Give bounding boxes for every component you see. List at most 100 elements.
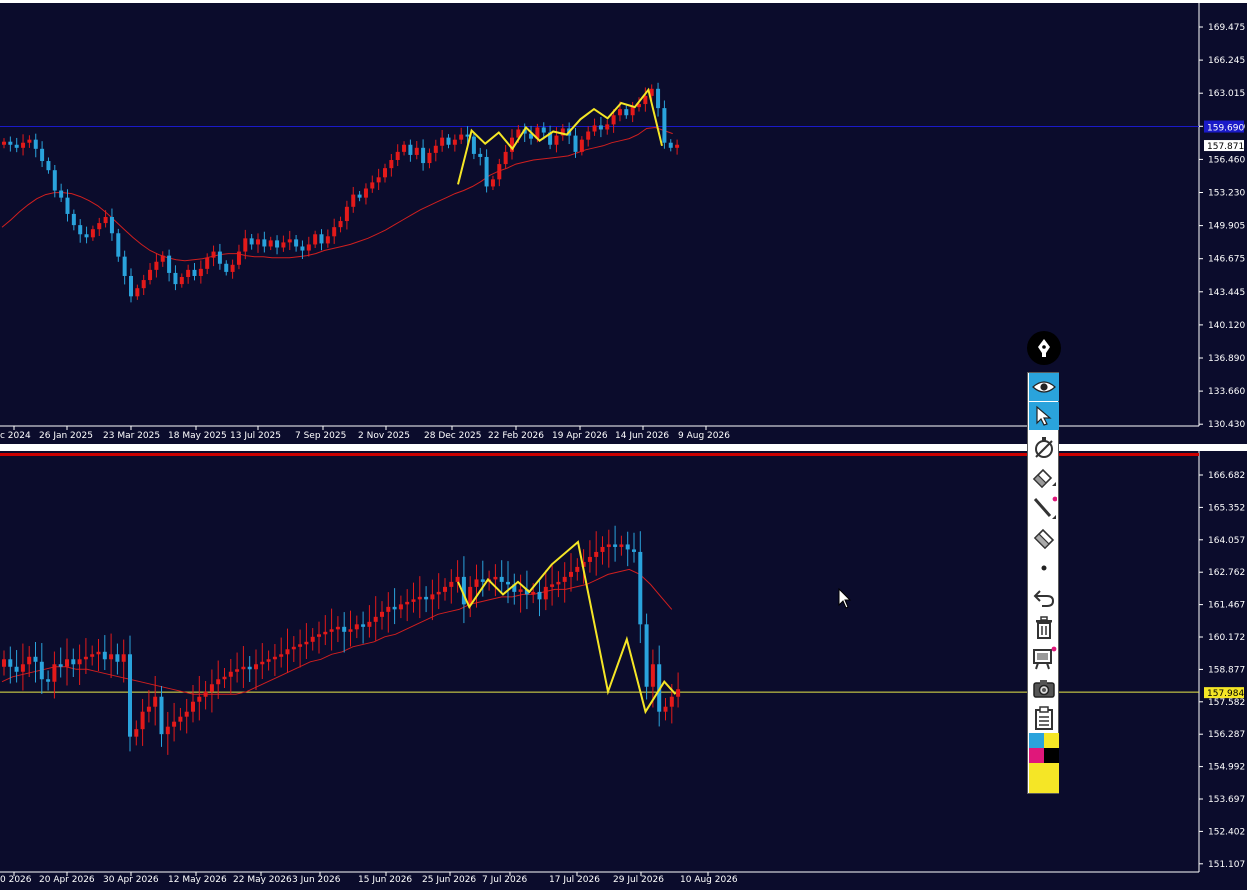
price-tick-label: 165.352	[1208, 503, 1245, 513]
candle-body	[550, 584, 555, 587]
candle-body	[266, 659, 271, 662]
candle-body	[606, 544, 611, 547]
current-price-label: 157.871	[1207, 142, 1244, 152]
candle-body	[650, 664, 655, 687]
candle-body	[497, 164, 502, 180]
candle-body	[27, 139, 32, 143]
candle-body	[306, 244, 311, 251]
candle-body	[644, 624, 649, 687]
time-tick-label: 13 Jul 2025	[230, 431, 281, 441]
undo-button[interactable]	[1029, 584, 1059, 612]
clipboard-button[interactable]	[1029, 704, 1059, 732]
candle-body	[323, 631, 328, 635]
candle-body	[586, 131, 591, 140]
time-tick-label: 22 May 2026	[233, 875, 292, 885]
candle-body	[90, 654, 95, 657]
current-color-indicator[interactable]	[1029, 763, 1059, 793]
candle-body	[455, 576, 460, 582]
candle-body	[300, 246, 305, 251]
candle-body	[285, 649, 290, 655]
candle-body	[348, 629, 353, 632]
candle-body	[33, 139, 38, 149]
candle-body	[304, 641, 309, 645]
main-chart-pane[interactable]: 169.475 166.245 163.015 159.690 156.460 153.2…	[0, 3, 1247, 444]
presentation-mode-button[interactable]	[1029, 644, 1059, 672]
candle-body	[90, 229, 95, 238]
candle-body	[351, 194, 356, 207]
candle-body	[129, 275, 133, 297]
price-tick-label: 162.762	[1208, 568, 1245, 578]
visibility-toggle-button[interactable]	[1029, 373, 1059, 401]
candle-body	[160, 255, 165, 262]
candle-body	[103, 216, 108, 224]
time-tick-label: 30 Apr 2026	[103, 875, 159, 885]
candle-body	[630, 107, 635, 116]
candle-body	[313, 234, 318, 245]
candle-body	[344, 206, 349, 222]
candle-body	[569, 571, 573, 577]
candle-body	[493, 576, 498, 580]
big-eraser-tool-button[interactable]	[1029, 524, 1059, 552]
brush-size-button[interactable]	[1029, 554, 1059, 582]
candle-body	[335, 626, 340, 630]
price-tick-label: 156.287	[1208, 730, 1245, 740]
candle-body	[411, 599, 416, 602]
candle-body	[562, 576, 567, 582]
color-swatch-black[interactable]	[1044, 748, 1059, 763]
candle-body	[197, 696, 202, 702]
candle-body	[541, 127, 546, 133]
price-tick-label: 146.675	[1208, 255, 1245, 265]
secondary-chart-svg[interactable]: 166.682 165.352 164.057 162.762 161.467 160.1…	[0, 451, 1247, 890]
candle-body	[556, 581, 561, 585]
time-tick-label: 0 2026	[0, 875, 32, 885]
time-tick-label: 18 May 2025	[168, 431, 227, 441]
candle-body	[370, 182, 375, 189]
candle-body	[209, 684, 214, 692]
line-tool-button[interactable]	[1029, 494, 1059, 522]
screenshot-button[interactable]	[1029, 674, 1059, 702]
candle-body	[14, 666, 19, 672]
main-chart-svg[interactable]: 169.475 166.245 163.015 159.690 156.460 153.2…	[0, 3, 1247, 444]
candle-body	[471, 136, 476, 154]
candle-body	[632, 549, 636, 552]
candle-body	[186, 269, 191, 277]
candle-body	[587, 556, 592, 562]
candle-body	[243, 238, 248, 252]
candle-body	[268, 240, 273, 247]
secondary-chart-pane[interactable]: 166.682 165.352 164.057 162.762 161.467 160.1…	[0, 451, 1247, 890]
delete-all-button[interactable]	[1029, 614, 1059, 642]
price-tick-label: 160.172	[1208, 633, 1245, 643]
price-tick-label: 166.682	[1208, 471, 1245, 481]
pane-separator[interactable]	[0, 444, 1247, 451]
candle-body	[159, 696, 164, 735]
price-tick-label: 130.430	[1208, 420, 1245, 430]
time-tick-label: 12 May 2026	[168, 875, 227, 885]
time-tick-label: 23 Mar 2025	[103, 431, 160, 441]
candle-body	[291, 646, 296, 650]
candle-body	[376, 177, 381, 183]
candle-body	[298, 644, 303, 647]
candle-body	[39, 661, 44, 680]
candle-body	[262, 239, 267, 247]
candle-body	[52, 664, 57, 682]
eraser-tool-button[interactable]	[1029, 464, 1059, 492]
candle-body	[172, 721, 177, 727]
candle-body	[503, 151, 508, 165]
price-tick-label: 151.107	[1208, 860, 1245, 870]
color-swatch-yellow[interactable]	[1044, 733, 1059, 748]
eye-icon	[1032, 381, 1056, 393]
candle-body	[294, 239, 299, 247]
select-tool-button[interactable]	[1029, 402, 1059, 430]
candle-body	[46, 161, 51, 171]
candle-body	[97, 223, 102, 230]
drawing-pen-button[interactable]	[1027, 331, 1061, 365]
color-swatch-magenta[interactable]	[1029, 748, 1044, 763]
compass-tool-button[interactable]	[1029, 434, 1059, 462]
time-tick-label: 26 Jan 2025	[39, 431, 93, 441]
candle-body	[228, 671, 233, 677]
candle-body	[116, 233, 121, 257]
price-tick-label: 156.460	[1208, 155, 1245, 165]
color-swatch-blue[interactable]	[1029, 733, 1044, 748]
dot-icon	[1041, 565, 1047, 571]
candle-body	[203, 691, 208, 697]
